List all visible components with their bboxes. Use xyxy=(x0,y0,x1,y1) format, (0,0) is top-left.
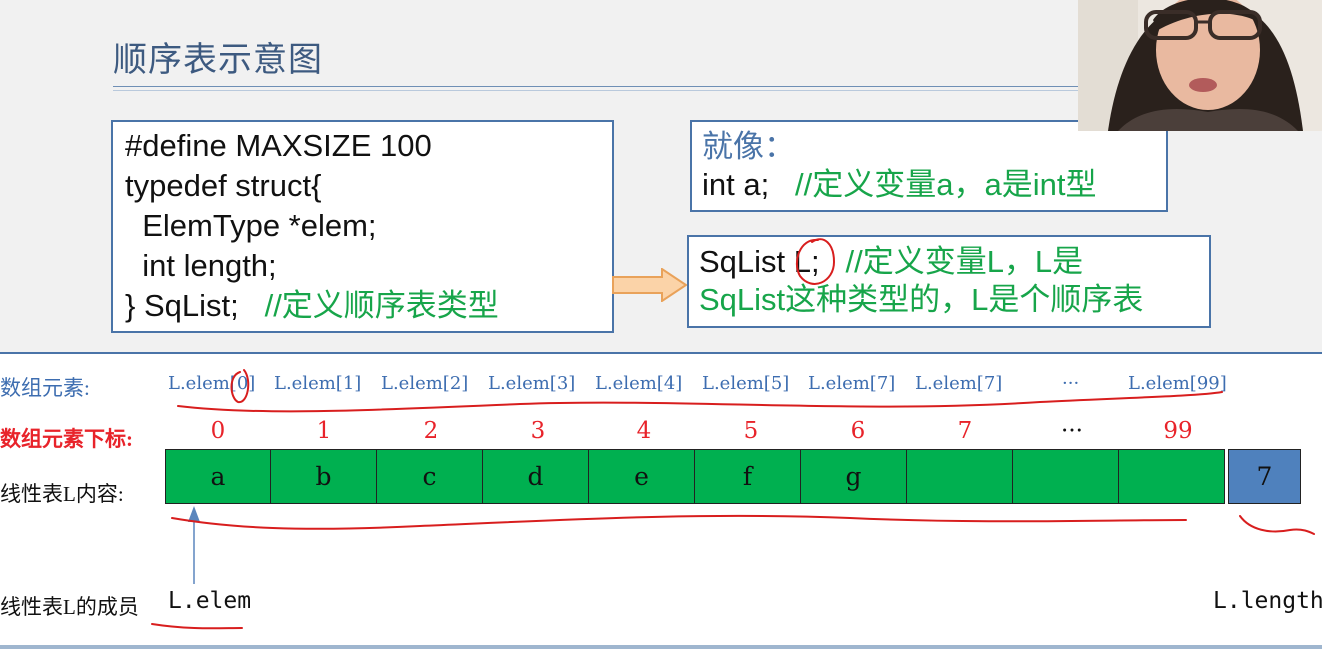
index-7: 7 xyxy=(957,418,973,444)
index-0: 0 xyxy=(210,418,226,444)
member-elem: L.elem xyxy=(168,588,252,614)
title-divider-secondary xyxy=(113,90,1113,91)
bottom-border xyxy=(0,645,1322,649)
array-cell-7 xyxy=(907,449,1013,504)
sqlist-comment-1: //定义变量L，L是 xyxy=(845,244,1084,279)
index-3: 3 xyxy=(530,418,546,444)
code-line-typedef: typedef struct{ xyxy=(125,168,322,203)
handwritten-underline-elements xyxy=(177,391,1223,413)
index-99: 99 xyxy=(1163,418,1193,444)
member-length: L.length xyxy=(1213,588,1322,614)
analogy-box: 就像： int a; //定义变量a，a是int型 xyxy=(690,120,1168,212)
array-cell-99 xyxy=(1119,449,1225,504)
page-title: 顺序表示意图 xyxy=(113,40,323,80)
array-cells: a b c d e f g xyxy=(165,449,1225,504)
code-line-length: int length; xyxy=(125,248,277,283)
index-ellipsis: ··· xyxy=(1061,418,1083,444)
elem-label-0: L.elem[0] xyxy=(168,373,256,394)
handwritten-underline-cells xyxy=(171,514,1187,530)
elem-label-99: L.elem[99] xyxy=(1128,373,1227,394)
title-divider xyxy=(113,86,1113,87)
code-line-elem: ElemType *elem; xyxy=(125,208,377,243)
array-cell-8 xyxy=(1013,449,1119,504)
row-label-content: 线性表L内容: xyxy=(0,482,124,506)
right-arrow-icon xyxy=(612,268,688,302)
array-cell-6: g xyxy=(801,449,907,504)
elem-label-3: L.elem[3] xyxy=(488,373,576,394)
analogy-code-line: int a; //定义变量a，a是int型 xyxy=(702,166,1156,204)
index-6: 6 xyxy=(850,418,866,444)
row-label-elements: 数组元素: xyxy=(0,376,90,400)
index-5: 5 xyxy=(743,418,759,444)
sqlist-comment-2: SqList这种类型的，L是个顺序表 xyxy=(699,282,1144,317)
code-line-close: } SqList; //定义顺序表类型 xyxy=(125,286,600,326)
elem-label-1: L.elem[1] xyxy=(274,373,362,394)
array-cell-2: c xyxy=(377,449,483,504)
array-cell-3: d xyxy=(483,449,589,504)
presenter-webcam xyxy=(1078,0,1322,131)
code-line-define: #define MAXSIZE 100 xyxy=(125,128,432,163)
analogy-code: int a; xyxy=(702,167,796,202)
elem-label-4: L.elem[4] xyxy=(595,373,683,394)
array-cell-1: b xyxy=(271,449,377,504)
index-2: 2 xyxy=(423,418,439,444)
sqlist-line-1: SqList L; //定义变量L，L是 xyxy=(699,243,1199,281)
array-cell-4: e xyxy=(589,449,695,504)
struct-definition-box: #define MAXSIZE 100 typedef struct{ Elem… xyxy=(111,120,614,333)
index-4: 4 xyxy=(636,418,652,444)
code-comment: //定义顺序表类型 xyxy=(264,288,499,323)
code-line-sqlist: } SqList; xyxy=(125,288,265,323)
length-cell: 7 xyxy=(1228,449,1301,504)
analogy-comment: //定义变量a，a是int型 xyxy=(795,167,1097,202)
elem-label-ellipsis: ··· xyxy=(1062,373,1080,394)
array-cell-0: a xyxy=(165,449,271,504)
section-divider xyxy=(0,352,1322,354)
row-label-members: 线性表L的成员 xyxy=(0,595,139,619)
analogy-heading: 就像： xyxy=(702,129,795,164)
index-1: 1 xyxy=(316,418,332,444)
handwritten-underline-member xyxy=(151,623,243,630)
elem-label-2: L.elem[2] xyxy=(381,373,469,394)
elem-label-7: L.elem[7] xyxy=(915,373,1003,394)
elem-label-5: L.elem[5] xyxy=(702,373,790,394)
elem-label-6: L.elem[7] xyxy=(808,373,896,394)
handwritten-underline-length xyxy=(1239,515,1315,535)
array-cell-5: f xyxy=(695,449,801,504)
sqlist-code: SqList L; xyxy=(699,244,846,279)
pointer-arrow-icon xyxy=(188,506,200,584)
sqlist-declaration-box: SqList L; //定义变量L，L是 SqList这种类型的，L是个顺序表 xyxy=(687,235,1211,328)
row-label-indices: 数组元素下标: xyxy=(0,427,133,451)
